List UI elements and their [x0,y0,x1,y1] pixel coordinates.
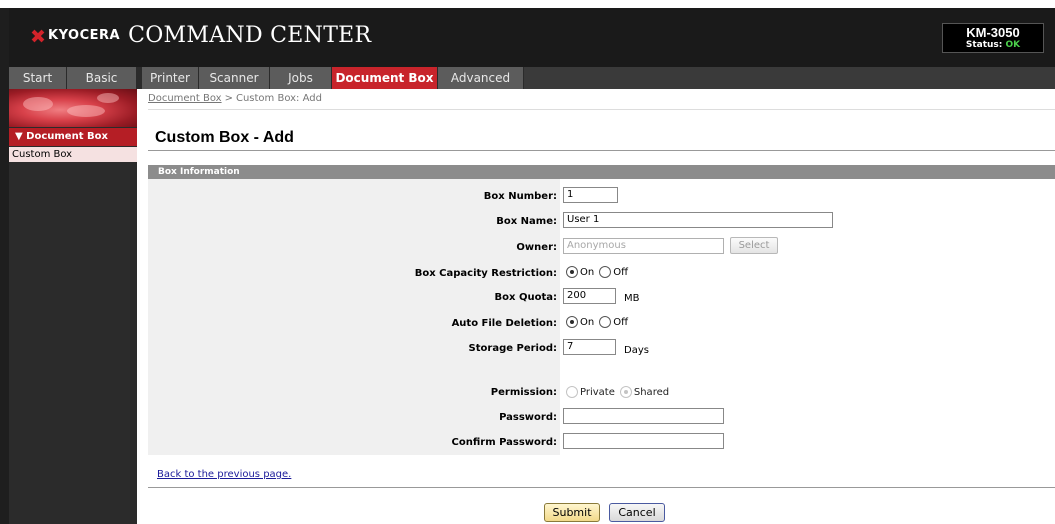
capacity-restriction-radio-group: On Off [566,266,633,278]
status-label: Status: [965,40,1003,50]
permission-private-radio[interactable] [566,386,578,398]
auto-deletion-off-radio[interactable] [599,316,612,328]
storage-period-input[interactable]: 7 [563,339,616,355]
permission-radio-group: Private Shared [566,386,674,398]
capacity-restriction-on-label: On [580,266,595,278]
section-header-box-information: Box Information [148,165,1055,179]
permission-label: Permission: [490,387,557,398]
status-value: OK [1005,40,1021,50]
password-label: Password: [499,412,557,423]
breadcrumb-divider [148,109,1055,110]
capacity-restriction-on-radio[interactable] [566,266,578,278]
footer-divider [148,487,1055,488]
owner-input: Anonymous [563,238,724,254]
permission-shared-radio[interactable] [619,386,632,398]
storage-period-unit: Days [624,345,649,356]
device-model: KM-3050 [966,25,1020,40]
kyocera-logo-icon [31,29,45,43]
permission-private-label: Private [580,386,615,398]
password-input[interactable] [563,408,724,424]
auto-deletion-radio-group: On Off [566,316,633,328]
box-name-label: Box Name: [496,216,557,227]
tab-jobs[interactable]: Jobs [270,67,332,89]
breadcrumb-document-box[interactable]: Document Box [148,93,222,104]
page-title: Custom Box - Add [155,129,294,146]
auto-deletion-label: Auto File Deletion: [451,318,557,329]
box-quota-label: Box Quota: [494,292,557,303]
permission-shared-label: Shared [633,386,670,398]
main-tab-bar: Start Basic Printer Scanner Jobs Documen… [9,67,1055,89]
box-number-label: Box Number: [483,191,557,202]
title-divider [148,150,1055,151]
sidebar: ▼ Document Box Custom Box [9,89,137,524]
back-link[interactable]: Back to the previous page. [157,469,291,480]
tab-printer[interactable]: Printer [142,67,199,89]
tab-advanced[interactable]: Advanced [438,67,524,89]
owner-label: Owner: [516,242,557,253]
page-gutter-bar [0,8,9,524]
flower-banner-image [9,89,137,127]
sidebar-section-document-box[interactable]: ▼ Document Box [9,128,137,146]
sidebar-item-custom-box[interactable]: Custom Box [9,147,137,162]
app-header: KYOCERA COMMAND CENTER KM-3050 Status: O… [9,8,1055,67]
tab-start[interactable]: Start [9,67,67,89]
auto-deletion-on-label: On [580,316,595,328]
cancel-button[interactable]: Cancel [609,503,665,522]
brand-name: KYOCERA [48,28,121,43]
tab-bar-filler [524,67,1055,89]
box-name-input[interactable]: User 1 [563,212,833,228]
box-information-form: Box Number: 1 Box Name: User 1 Owner: An… [148,179,1055,455]
box-number-input[interactable]: 1 [563,187,618,203]
capacity-restriction-off-radio[interactable] [599,266,612,278]
box-quota-unit: MB [624,293,640,304]
auto-deletion-off-label: Off [613,316,628,328]
capacity-restriction-off-label: Off [613,266,628,278]
device-status-box: KM-3050 Status: OK [942,23,1044,53]
confirm-password-label: Confirm Password: [451,437,557,448]
tab-basic[interactable]: Basic [67,67,137,89]
breadcrumb: Document Box > Custom Box: Add [148,93,322,104]
tab-document-box[interactable]: Document Box [332,67,438,89]
app-title: COMMAND CENTER [128,23,372,48]
submit-button[interactable]: Submit [544,503,600,522]
breadcrumb-current: Custom Box: Add [235,93,322,104]
box-quota-input[interactable]: 200 [563,288,616,304]
tab-scanner[interactable]: Scanner [199,67,270,89]
owner-select-button[interactable]: Select [730,237,778,254]
breadcrumb-separator: > [224,93,233,104]
brand: KYOCERA COMMAND CENTER [31,23,371,48]
auto-deletion-on-radio[interactable] [566,316,578,328]
storage-period-label: Storage Period: [468,343,557,354]
confirm-password-input[interactable] [563,433,724,449]
capacity-restriction-label: Box Capacity Restriction: [414,268,557,279]
device-status: Status: OK [943,40,1043,51]
